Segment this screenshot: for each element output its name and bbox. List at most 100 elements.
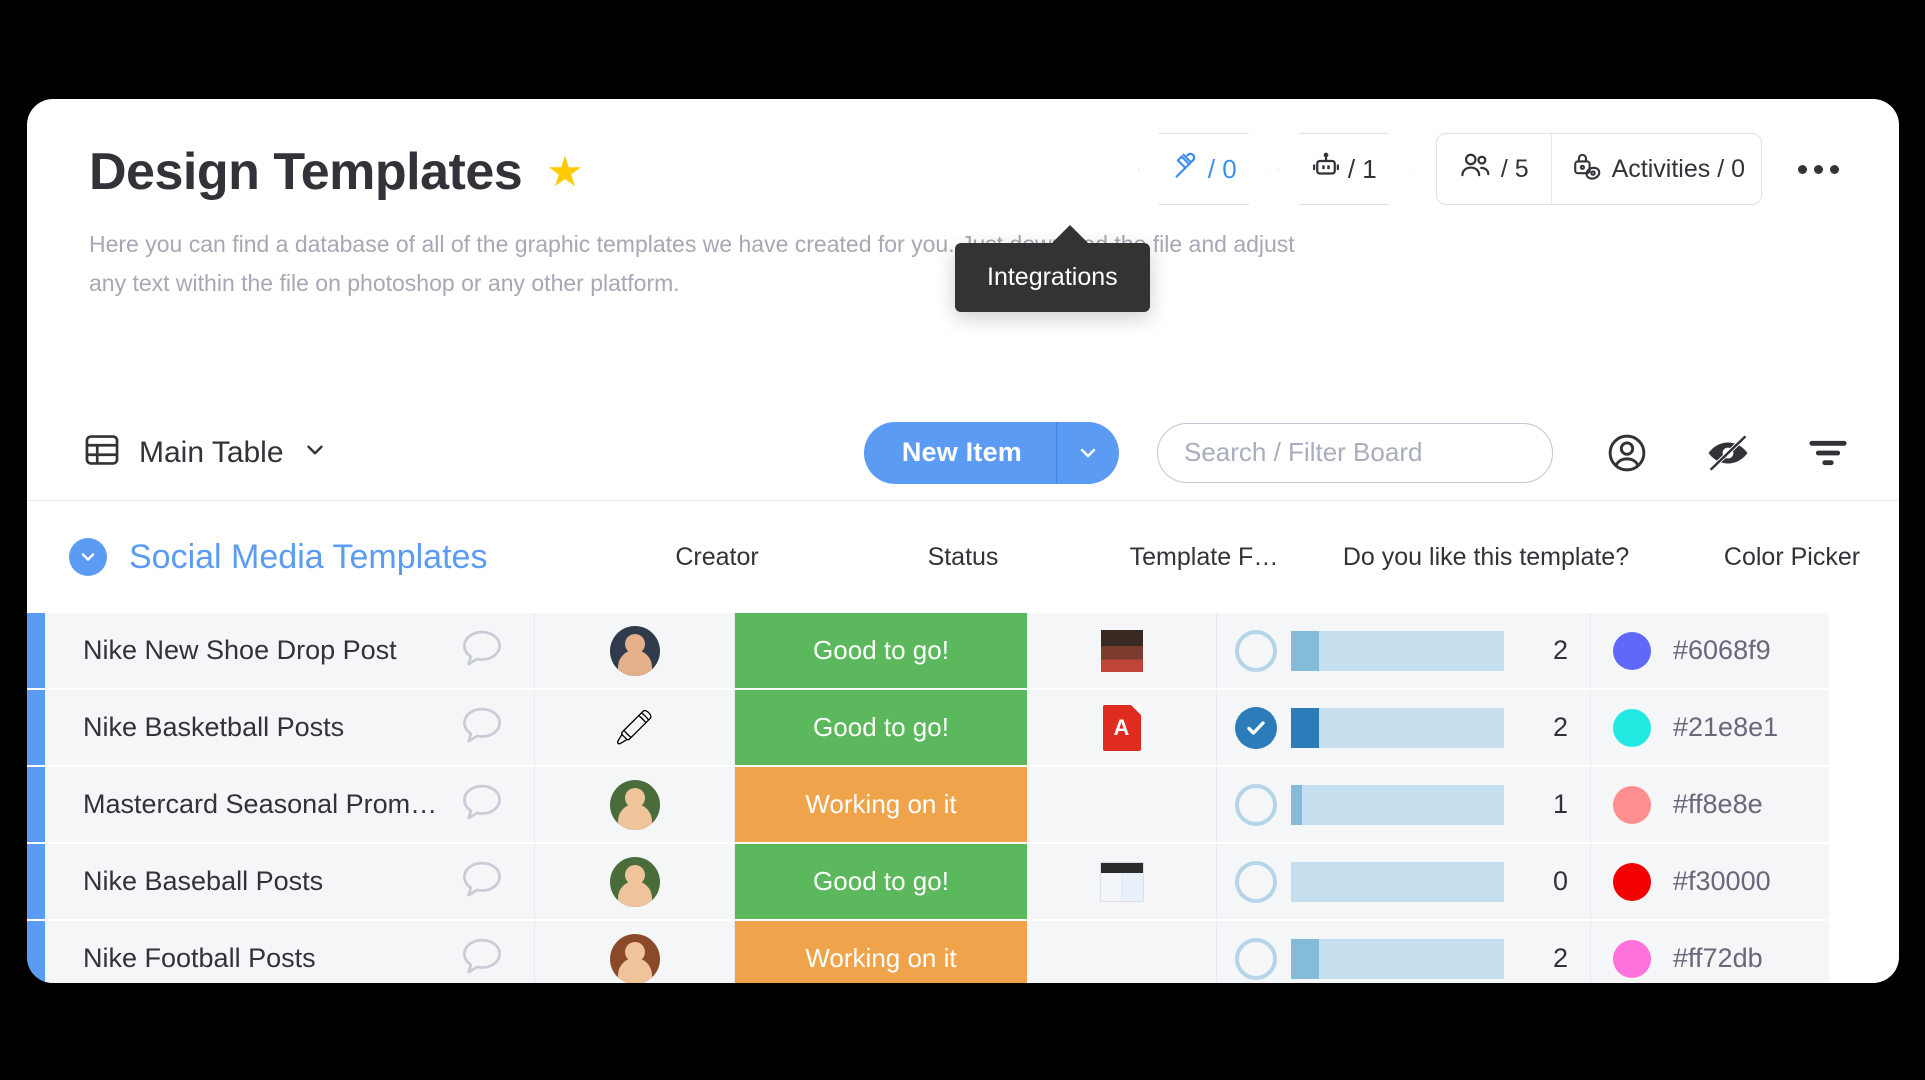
file-thumbnail-pdf[interactable]: A — [1102, 704, 1141, 751]
view-name-label: Main Table — [139, 435, 284, 469]
table-row[interactable]: Nike Baseball Posts Good to go! 0 #f30000 — [27, 844, 1899, 919]
rating-progress-bar[interactable] — [1291, 861, 1504, 902]
column-header-creator[interactable]: Creator — [617, 543, 817, 572]
robot-icon — [1311, 151, 1341, 188]
like-checkbox[interactable] — [1235, 706, 1277, 749]
group-title[interactable]: Social Media Templates — [129, 538, 487, 577]
search-input[interactable] — [1184, 437, 1526, 468]
more-options-icon[interactable] — [1788, 155, 1849, 184]
table-rows: Nike New Shoe Drop Post Good to go! 2 #6068… — [27, 613, 1899, 983]
row-color-accent — [27, 690, 45, 765]
filter-icon[interactable] — [1807, 436, 1849, 470]
color-swatch[interactable] — [1613, 631, 1651, 670]
cell-like-rating[interactable]: 2 — [1217, 613, 1591, 688]
table-row[interactable]: Nike Basketball Posts 🖍 Good to go! A 2 #21e8… — [27, 690, 1899, 765]
board-members-button[interactable]: / 5 — [1437, 134, 1551, 204]
comment-bubble-icon[interactable] — [460, 781, 504, 828]
comment-bubble-icon[interactable] — [460, 858, 504, 905]
automations-button[interactable]: / 1 — [1277, 133, 1410, 205]
eye-slash-icon[interactable] — [1705, 433, 1751, 473]
cell-item-name[interactable]: Nike Football Posts — [45, 921, 535, 983]
cell-template-file[interactable]: A — [1027, 690, 1217, 765]
cell-template-file[interactable] — [1027, 767, 1217, 842]
new-item-button[interactable]: New Item — [863, 421, 1119, 484]
cell-status[interactable]: Good to go! — [735, 690, 1027, 765]
item-name-label: Nike Basketball Posts — [83, 712, 345, 742]
cell-creator[interactable]: 🖍 — [535, 690, 735, 765]
rating-progress-bar[interactable] — [1291, 938, 1504, 979]
color-swatch[interactable] — [1613, 708, 1651, 747]
cell-template-file[interactable] — [1027, 921, 1217, 983]
cell-item-name[interactable]: Nike Baseball Posts — [45, 844, 535, 919]
table-row[interactable]: Nike New Shoe Drop Post Good to go! 2 #6068… — [27, 613, 1899, 688]
tooltip-integrations: Integrations — [955, 225, 1150, 312]
rating-progress-bar[interactable] — [1291, 784, 1504, 825]
activities-button[interactable]: Activities / 0 — [1550, 134, 1761, 204]
item-name-label: Mastercard Seasonal Prom… — [83, 789, 438, 819]
cell-creator[interactable] — [535, 767, 735, 842]
table-row[interactable]: Mastercard Seasonal Prom… Working on it 1 #… — [27, 767, 1899, 842]
cell-template-file[interactable] — [1027, 844, 1217, 919]
like-checkbox[interactable] — [1235, 860, 1277, 903]
cell-color-picker[interactable]: #ff8e8e — [1591, 767, 1829, 842]
cell-status[interactable]: Working on it — [735, 921, 1027, 983]
file-thumbnail-document[interactable] — [1099, 861, 1144, 902]
cell-status[interactable]: Working on it — [735, 767, 1027, 842]
column-header-template-file[interactable]: Template F… — [1109, 543, 1299, 572]
like-checkbox[interactable] — [1235, 629, 1277, 672]
comment-bubble-icon[interactable] — [460, 704, 504, 751]
avatar[interactable] — [609, 625, 660, 676]
cell-creator[interactable] — [535, 921, 735, 983]
color-swatch[interactable] — [1613, 939, 1651, 978]
cell-color-picker[interactable]: #f30000 — [1591, 844, 1829, 919]
cell-like-rating[interactable]: 2 — [1217, 690, 1591, 765]
cell-creator[interactable] — [535, 613, 735, 688]
column-header-color-picker[interactable]: Color Picker — [1673, 543, 1899, 572]
rating-progress-bar[interactable] — [1291, 707, 1504, 748]
cell-item-name[interactable]: Mastercard Seasonal Prom… — [45, 767, 535, 842]
cell-like-rating[interactable]: 1 — [1217, 767, 1591, 842]
tooltip-text: Integrations — [987, 263, 1118, 291]
table-icon — [83, 431, 121, 474]
cell-creator[interactable] — [535, 844, 735, 919]
comment-bubble-icon[interactable] — [460, 935, 504, 982]
integrations-button[interactable]: / 0 — [1137, 133, 1270, 205]
comment-bubble-icon[interactable] — [460, 627, 504, 674]
members-count: / 5 — [1500, 154, 1529, 183]
color-swatch[interactable] — [1613, 785, 1651, 824]
status-label: Good to go! — [813, 866, 949, 896]
cell-like-rating[interactable]: 0 — [1217, 844, 1591, 919]
color-hex-label: #ff72db — [1673, 943, 1763, 973]
cell-item-name[interactable]: Nike New Shoe Drop Post — [45, 613, 535, 688]
row-color-accent — [27, 921, 45, 983]
cell-template-file[interactable] — [1027, 613, 1217, 688]
avatar[interactable] — [609, 856, 660, 907]
avatar[interactable]: 🖍 — [610, 703, 660, 753]
cell-like-rating[interactable]: 2 — [1217, 921, 1591, 983]
avatar[interactable] — [609, 779, 660, 830]
group-collapse-caret[interactable] — [69, 538, 107, 576]
avatar[interactable] — [609, 933, 660, 983]
like-checkbox[interactable] — [1235, 937, 1277, 980]
table-row[interactable]: Nike Football Posts Working on it 2 #ff72db — [27, 921, 1899, 983]
star-icon[interactable]: ★ — [546, 151, 584, 193]
color-swatch[interactable] — [1613, 862, 1651, 901]
cell-status[interactable]: Good to go! — [735, 844, 1027, 919]
activities-label: Activities / 0 — [1611, 154, 1745, 183]
cell-color-picker[interactable]: #6068f9 — [1591, 613, 1829, 688]
file-thumbnail-image[interactable] — [1100, 629, 1143, 672]
column-header-status[interactable]: Status — [817, 543, 1109, 572]
cell-color-picker[interactable]: #ff72db — [1591, 921, 1829, 983]
row-color-accent — [27, 613, 45, 688]
cell-status[interactable]: Good to go! — [735, 613, 1027, 688]
new-item-dropdown-caret[interactable] — [1057, 422, 1119, 484]
view-tab-main-table[interactable]: Main Table — [83, 431, 328, 474]
cell-item-name[interactable]: Nike Basketball Posts — [45, 690, 535, 765]
person-circle-icon[interactable] — [1605, 431, 1649, 475]
column-header-like[interactable]: Do you like this template? — [1299, 543, 1673, 572]
search-filter-box[interactable] — [1157, 422, 1553, 483]
cell-color-picker[interactable]: #21e8e1 — [1591, 690, 1829, 765]
plug-icon — [1171, 151, 1201, 188]
rating-progress-bar[interactable] — [1291, 630, 1504, 671]
like-checkbox[interactable] — [1235, 783, 1277, 826]
